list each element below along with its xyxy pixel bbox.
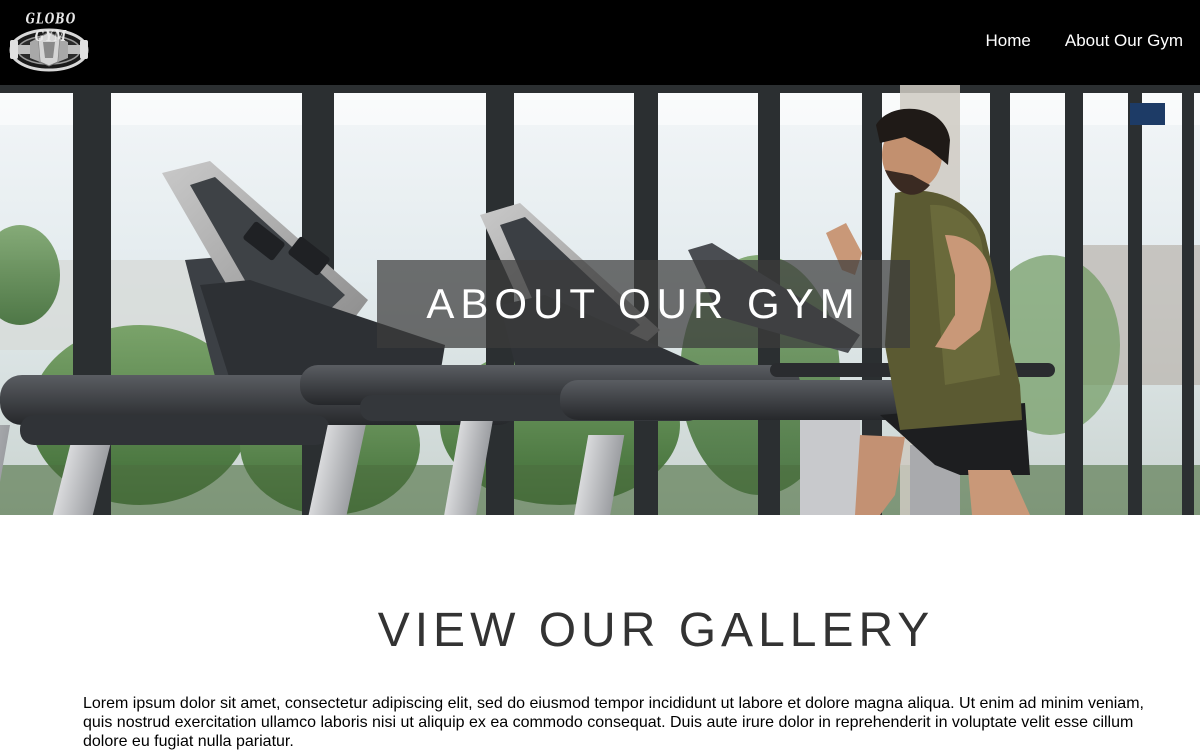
paragraph-line: quis nostrud exercitation ullamco labori… — [83, 714, 1134, 731]
hero-title-banner: ABOUT OUR GYM — [377, 260, 910, 348]
paragraph-line: Lorem ipsum dolor sit amet, consectetur … — [83, 695, 1144, 712]
site-header: GLOBO GYM Home About Our Gym — [0, 0, 1200, 85]
gallery-paragraph: Lorem ipsum dolor sit amet, consectetur … — [83, 694, 1200, 751]
nav-link-home[interactable]: Home — [986, 31, 1031, 51]
paragraph-line: dolore eu fugiat nulla pariatur. — [83, 733, 294, 750]
hero-title: ABOUT OUR GYM — [426, 280, 861, 327]
hero-section: ABOUT OUR GYM — [0, 85, 1200, 515]
nav-link-about-our-gym[interactable]: About Our Gym — [1065, 31, 1183, 51]
logo-text: GLOBO GYM — [25, 10, 77, 46]
gallery-heading: VIEW OUR GALLERY — [377, 604, 935, 657]
main-nav: Home About Our Gym — [986, 31, 1183, 51]
globo-gym-logo[interactable]: GLOBO GYM — [8, 10, 92, 72]
